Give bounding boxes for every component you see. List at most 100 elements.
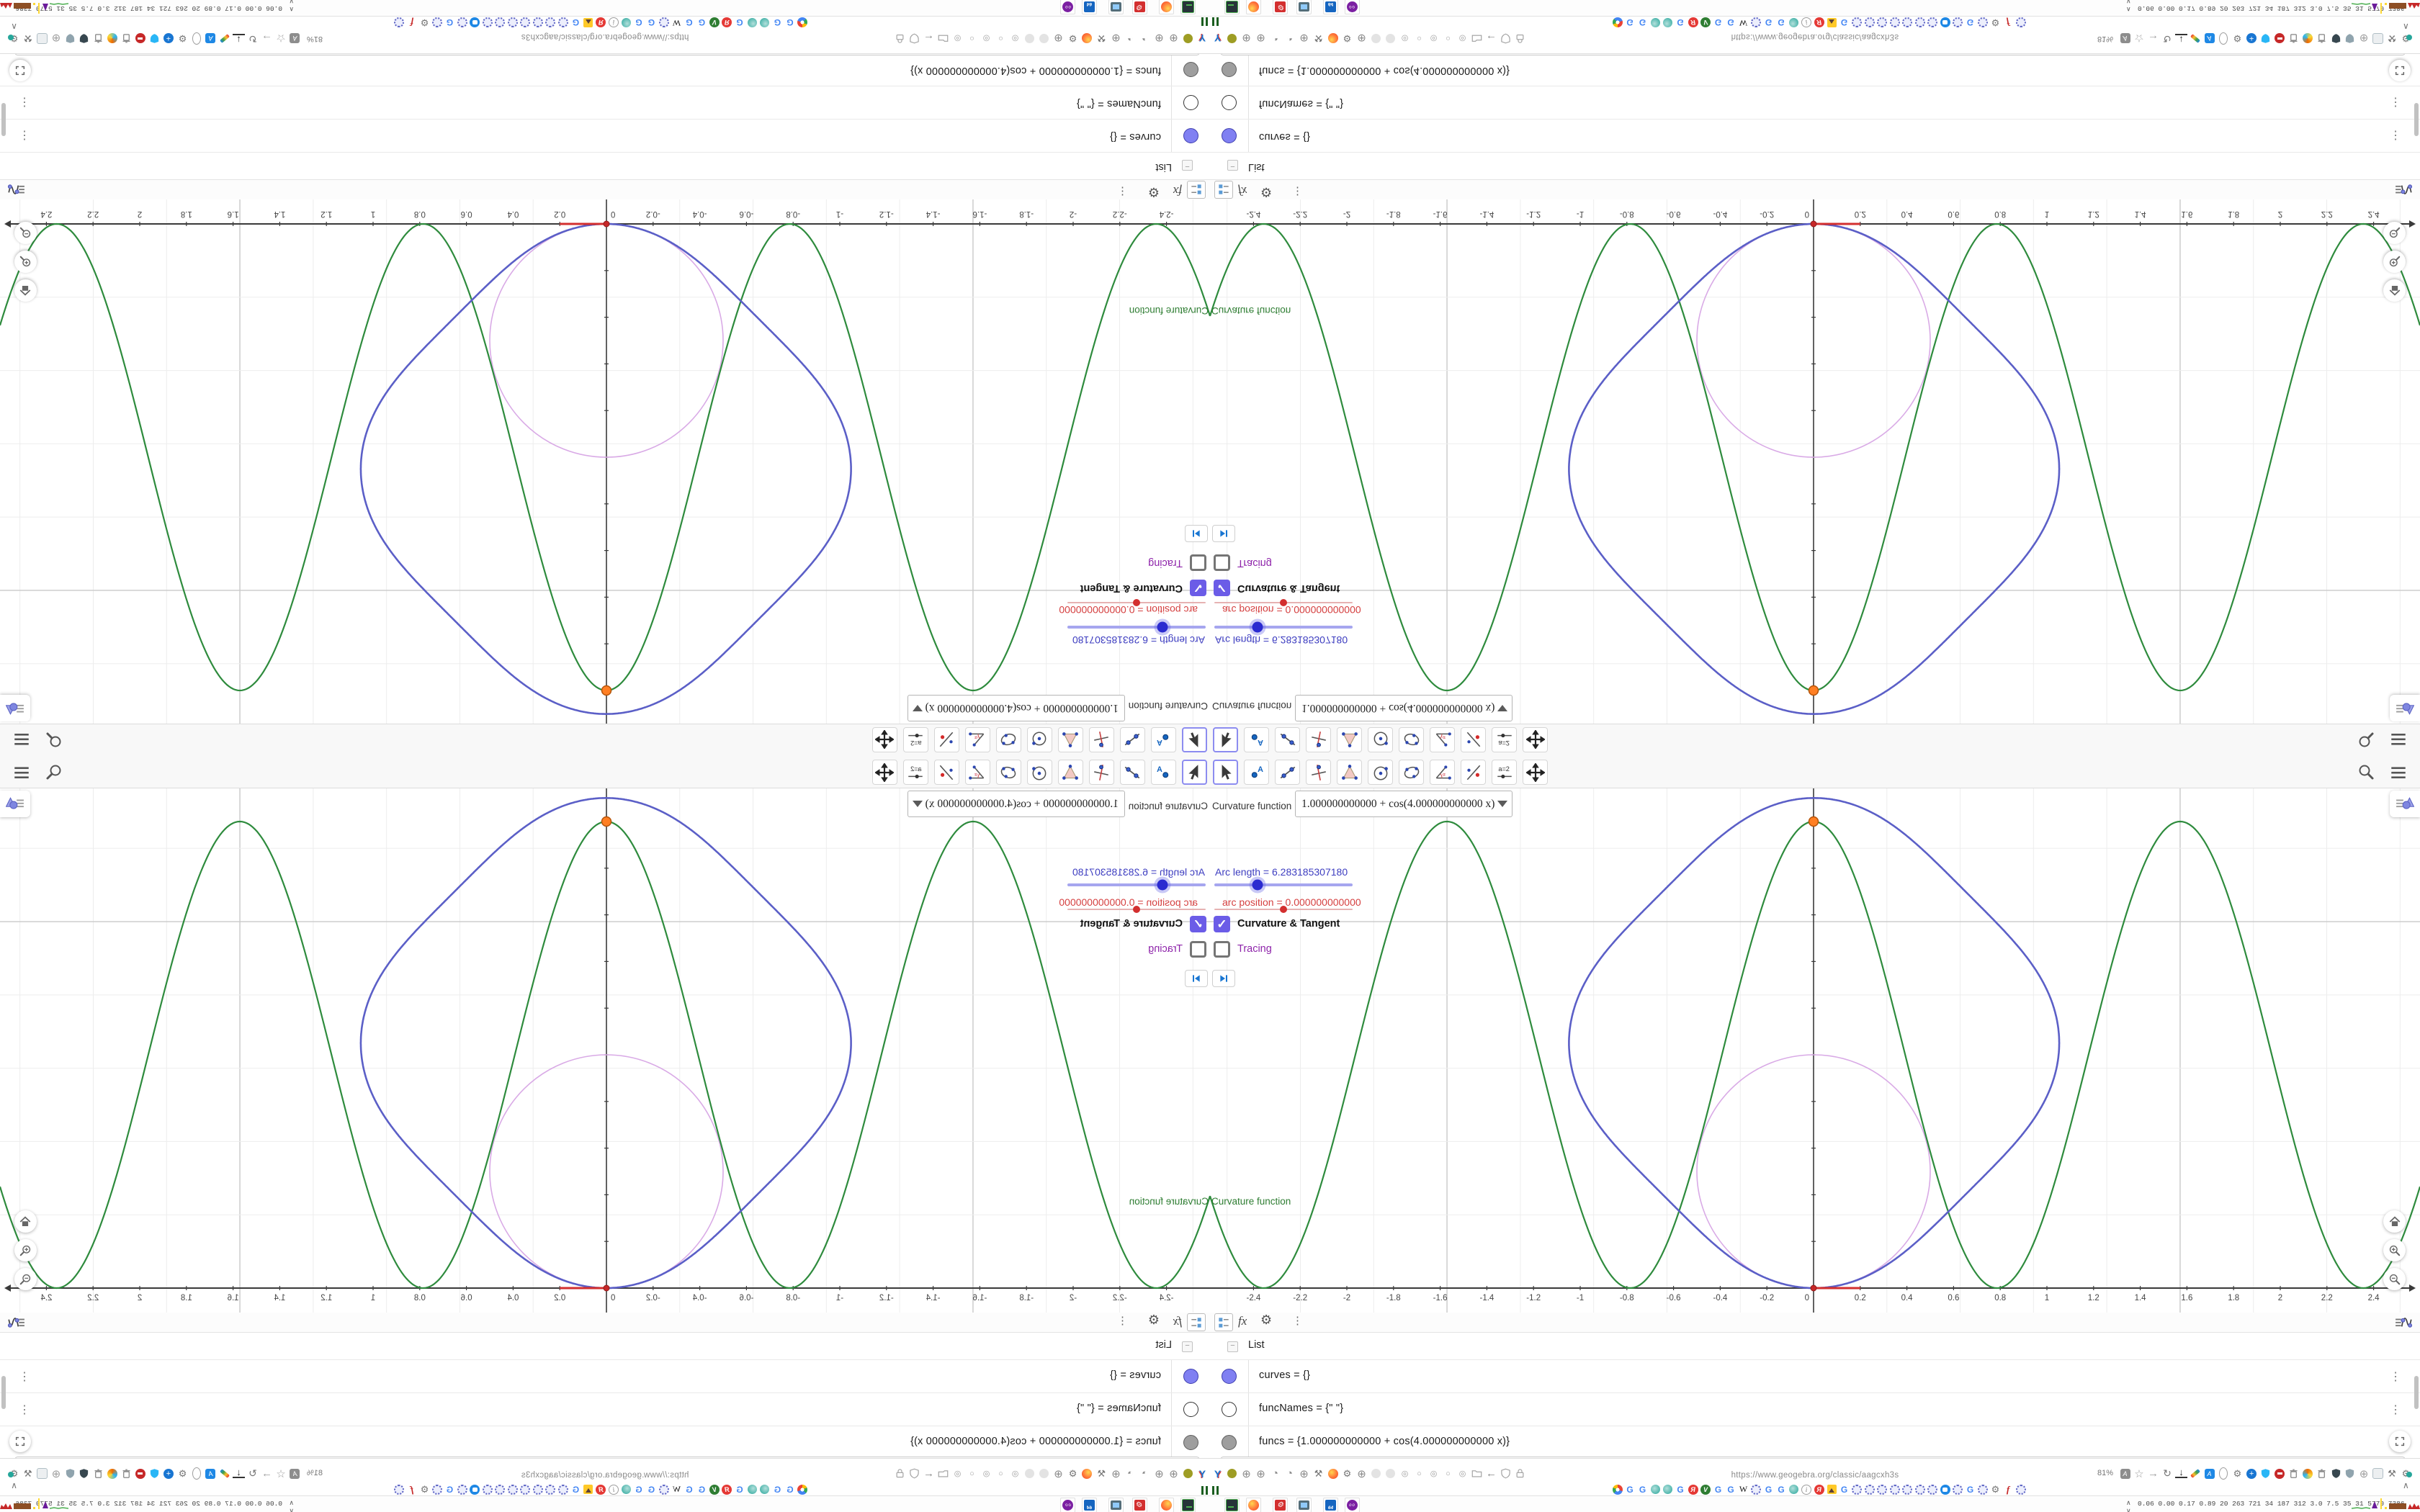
algebra-row[interactable]: funcNames = {" "} ⋮ [1210, 86, 2420, 120]
sidebar-toggle-button[interactable] [0, 695, 30, 721]
arc-length-slider[interactable] [1067, 879, 1206, 891]
settings-gear-icon[interactable]: ⚙ [1148, 184, 1160, 199]
play-step-button[interactable] [1212, 525, 1235, 542]
ggb-icon[interactable] [2015, 16, 2027, 30]
ggb-icon[interactable] [494, 16, 506, 30]
visibility-toggle-dot[interactable] [1222, 62, 1237, 77]
row-kebab-menu[interactable]: ⋮ [19, 1403, 30, 1417]
move-tool-button[interactable] [1182, 760, 1207, 785]
search-icon[interactable] [45, 763, 63, 784]
ggb-icon[interactable] [457, 16, 469, 30]
polygon-tool-button[interactable] [1058, 760, 1083, 785]
ellipse-tool-button[interactable] [1399, 760, 1424, 785]
g-icon[interactable]: G [1636, 1482, 1649, 1496]
chrome-icon[interactable] [797, 1482, 809, 1496]
trash2-icon[interactable] [92, 1467, 104, 1480]
move-graphics-tool-button[interactable] [1523, 760, 1548, 785]
zoom-out-button[interactable] [2383, 222, 2406, 244]
circle-tool-button[interactable] [1027, 727, 1052, 752]
taskbar-app-display-capture[interactable] [1296, 1498, 1312, 1512]
wiki-icon[interactable]: W [671, 1482, 683, 1496]
globe-gray-icon[interactable]: ⊕ [50, 32, 63, 45]
zoom-in-button[interactable] [14, 1239, 37, 1261]
translate-box-icon[interactable]: A [2119, 32, 2131, 45]
trash2-icon[interactable] [2316, 1467, 2328, 1480]
taskbar-app-floppy-64[interactable]: 64 [1323, 1498, 1338, 1512]
graphics-view[interactable]: -2.4 -2.2 -2 -1.8 -1.6 -1.4 -1.2 -1 -0.8 -0.6 -0.4… [1210, 788, 2420, 1313]
home-view-button[interactable] [2383, 279, 2406, 302]
taskbar-app-privacy-mask[interactable]: oo [1345, 0, 1360, 14]
ggb-icon[interactable] [393, 1482, 405, 1496]
g-icon[interactable]: G [645, 16, 658, 30]
algebra-row[interactable]: funcNames = {" "} ⋮ [1210, 1392, 2420, 1426]
green-v-icon[interactable]: V [709, 1482, 721, 1496]
reload-icon[interactable]: ↻ [247, 32, 259, 45]
teal-icon[interactable] [759, 1482, 771, 1496]
green-v-icon[interactable]: V [1700, 1482, 1712, 1496]
move-tool-button[interactable] [1213, 727, 1238, 752]
plot-canvas[interactable]: -2.4 -2.2 -2 -1.8 -1.6 -1.4 -1.2 -1 -0.8 -0.6 -0.4… [0, 788, 1210, 1313]
g-icon[interactable]: G [1725, 16, 1737, 30]
arc-length-slider[interactable] [1067, 621, 1206, 633]
g-icon[interactable]: G [633, 1482, 645, 1496]
tracing-checkbox-label[interactable]: Tracing [1237, 557, 1272, 569]
g-icon[interactable]: G [1775, 16, 1788, 30]
crayon-icon[interactable] [219, 1467, 231, 1480]
uo-badge-icon[interactable] [2330, 32, 2342, 45]
download-icon[interactable]: ↓ [233, 1467, 245, 1478]
ggb-icon[interactable] [1952, 16, 1964, 30]
yandex-icon[interactable]: Я [1813, 1482, 1825, 1496]
point-tool-button[interactable] [1151, 760, 1176, 785]
download-icon[interactable]: ↓ [233, 34, 245, 46]
dropdown-caret-icon[interactable] [1497, 705, 1508, 711]
chat-icon[interactable] [469, 16, 481, 30]
translate-blue-icon[interactable]: A [2203, 1467, 2215, 1480]
fb-icon[interactable]: f [406, 1482, 418, 1496]
fb-icon[interactable]: f [2002, 16, 2015, 30]
zoom-in-button[interactable] [2383, 1239, 2406, 1261]
ggb-icon[interactable] [1750, 1482, 1762, 1496]
angle-tool-button[interactable] [1430, 727, 1455, 752]
algebra-row[interactable]: funcNames = {" "} ⋮ [0, 86, 1210, 120]
row-kebab-menu[interactable]: ⋮ [2390, 1403, 2401, 1417]
ggb-icon[interactable] [1888, 16, 1901, 30]
crayon-icon[interactable] [2190, 1467, 2202, 1480]
trash-icon[interactable] [2287, 1467, 2300, 1480]
curvature-function-value[interactable]: 1.000000000000 + cos(4.000000000000 x) [1301, 702, 1494, 715]
trace-point[interactable] [1810, 1284, 1817, 1292]
teal-icon[interactable] [746, 16, 758, 30]
chevron-up-icon[interactable]: ∧ [11, 22, 17, 32]
globe-color-icon[interactable] [2302, 32, 2314, 45]
shield-gray-icon[interactable] [2344, 32, 2356, 45]
plot-canvas[interactable]: -2.4 -2.2 -2 -1.8 -1.6 -1.4 -1.2 -1 -0.8 -0.6 -0.4… [1210, 199, 2420, 724]
fullscreen-button[interactable] [9, 60, 31, 81]
translate-box-icon[interactable]: A [2119, 1467, 2131, 1480]
gear-icon[interactable]: ⚙ [176, 1467, 189, 1480]
fullscreen-button[interactable] [2389, 60, 2411, 81]
gear-icon[interactable]: ⚙ [2231, 1467, 2244, 1480]
translate-blue-icon[interactable]: A [2203, 32, 2215, 45]
slider-tool-button[interactable] [903, 727, 928, 752]
stylebar-kebab-menu[interactable]: ⋮ [1117, 185, 1128, 198]
ggb-icon[interactable] [1977, 16, 1989, 30]
teal-icon[interactable] [1649, 16, 1662, 30]
algebra-row[interactable]: curves = {} ⋮ [1210, 120, 2420, 153]
yandex-icon[interactable]: Я [595, 16, 607, 30]
tracing-checkbox[interactable] [1214, 554, 1230, 571]
ggb-icon[interactable] [457, 1482, 469, 1496]
uo-badge-icon[interactable] [2330, 1467, 2342, 1480]
curvature-value-point[interactable] [601, 685, 612, 696]
curvature-tangent-checkbox[interactable]: ✓ [1190, 580, 1206, 596]
g-icon[interactable]: G [1838, 1482, 1850, 1496]
algebra-row[interactable]: curves = {} ⋮ [1210, 1359, 2420, 1392]
reflect-tool-button[interactable] [934, 760, 959, 785]
teal-icon[interactable] [1662, 1482, 1674, 1496]
collapse-list-button[interactable]: − [1182, 1341, 1193, 1352]
ggb-icon[interactable] [1876, 1482, 1888, 1496]
hamburger-menu-icon[interactable] [12, 763, 31, 786]
chrome-icon[interactable] [1611, 16, 1623, 30]
perpendicular-line-tool-button[interactable] [1306, 760, 1331, 785]
shield-gray-icon[interactable] [2344, 1467, 2356, 1480]
shield-blue-icon[interactable] [2259, 32, 2272, 45]
visibility-toggle-dot[interactable] [1183, 1402, 1198, 1417]
